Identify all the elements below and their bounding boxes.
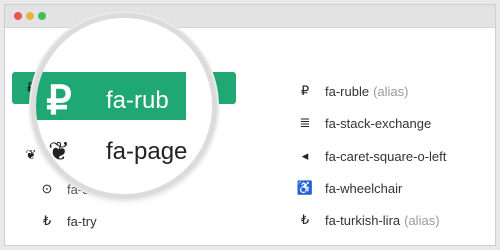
icon-item-label: fa-try [67, 213, 97, 229]
magnified-row-pagelines: ❦ fa-page [42, 136, 187, 167]
browser-window: ₽ fa-rub ❦ fa-pagelines left ⊙ fa-dot-ci… [4, 4, 496, 246]
ruble-icon: ₽ [46, 79, 72, 123]
minimize-dot[interactable] [26, 12, 34, 20]
maximize-dot[interactable] [38, 12, 46, 20]
try-icon: ₺ [42, 213, 52, 228]
pagelines-icon: ❦ [48, 136, 70, 166]
wheelchair-icon: ♿ [296, 180, 314, 195]
stack-exchange-icon: ≣ [299, 115, 311, 130]
magnified-label: fa-rub [106, 87, 169, 114]
icon-item-ruble[interactable]: ₽ fa-ruble (alias) [293, 77, 409, 105]
close-dot[interactable] [14, 12, 22, 20]
magnified-row-rub: ₽ fa-rub [42, 78, 169, 124]
icon-item-label: fa-turkish-lira [325, 212, 401, 228]
icon-item-wheelchair[interactable]: ♿ fa-wheelchair [293, 174, 402, 202]
icon-item-try[interactable]: ₺ fa-try [35, 207, 97, 235]
magnified-label: fa-page [106, 137, 188, 165]
icon-item-label: fa-stack-exchange [325, 115, 432, 131]
alias-tag: (alias) [373, 83, 409, 99]
dot-circle-icon: ⊙ [41, 181, 53, 196]
alias-tag: (alias) [404, 212, 440, 228]
icon-item-stack-exchange[interactable]: ≣ fa-stack-exchange [293, 109, 432, 137]
icon-item-caret-square-o-left[interactable]: ◂ fa-caret-square-o-left [293, 142, 447, 170]
icon-item-label: fa-wheelchair [325, 180, 403, 196]
icon-item-label: fa-ruble [325, 83, 370, 99]
magnifier-lens: ₽ fa-rub ❦ fa-page [31, 13, 217, 199]
turkish-lira-icon: ₺ [300, 212, 310, 227]
caret-square-o-left-icon: ◂ [301, 148, 309, 163]
icon-item-label: fa-caret-square-o-left [325, 148, 447, 164]
icon-item-turkish-lira[interactable]: ₺ fa-turkish-lira (alias) [293, 206, 440, 234]
pagelines-icon: ❦ [25, 147, 37, 162]
ruble-icon: ₽ [300, 83, 310, 98]
